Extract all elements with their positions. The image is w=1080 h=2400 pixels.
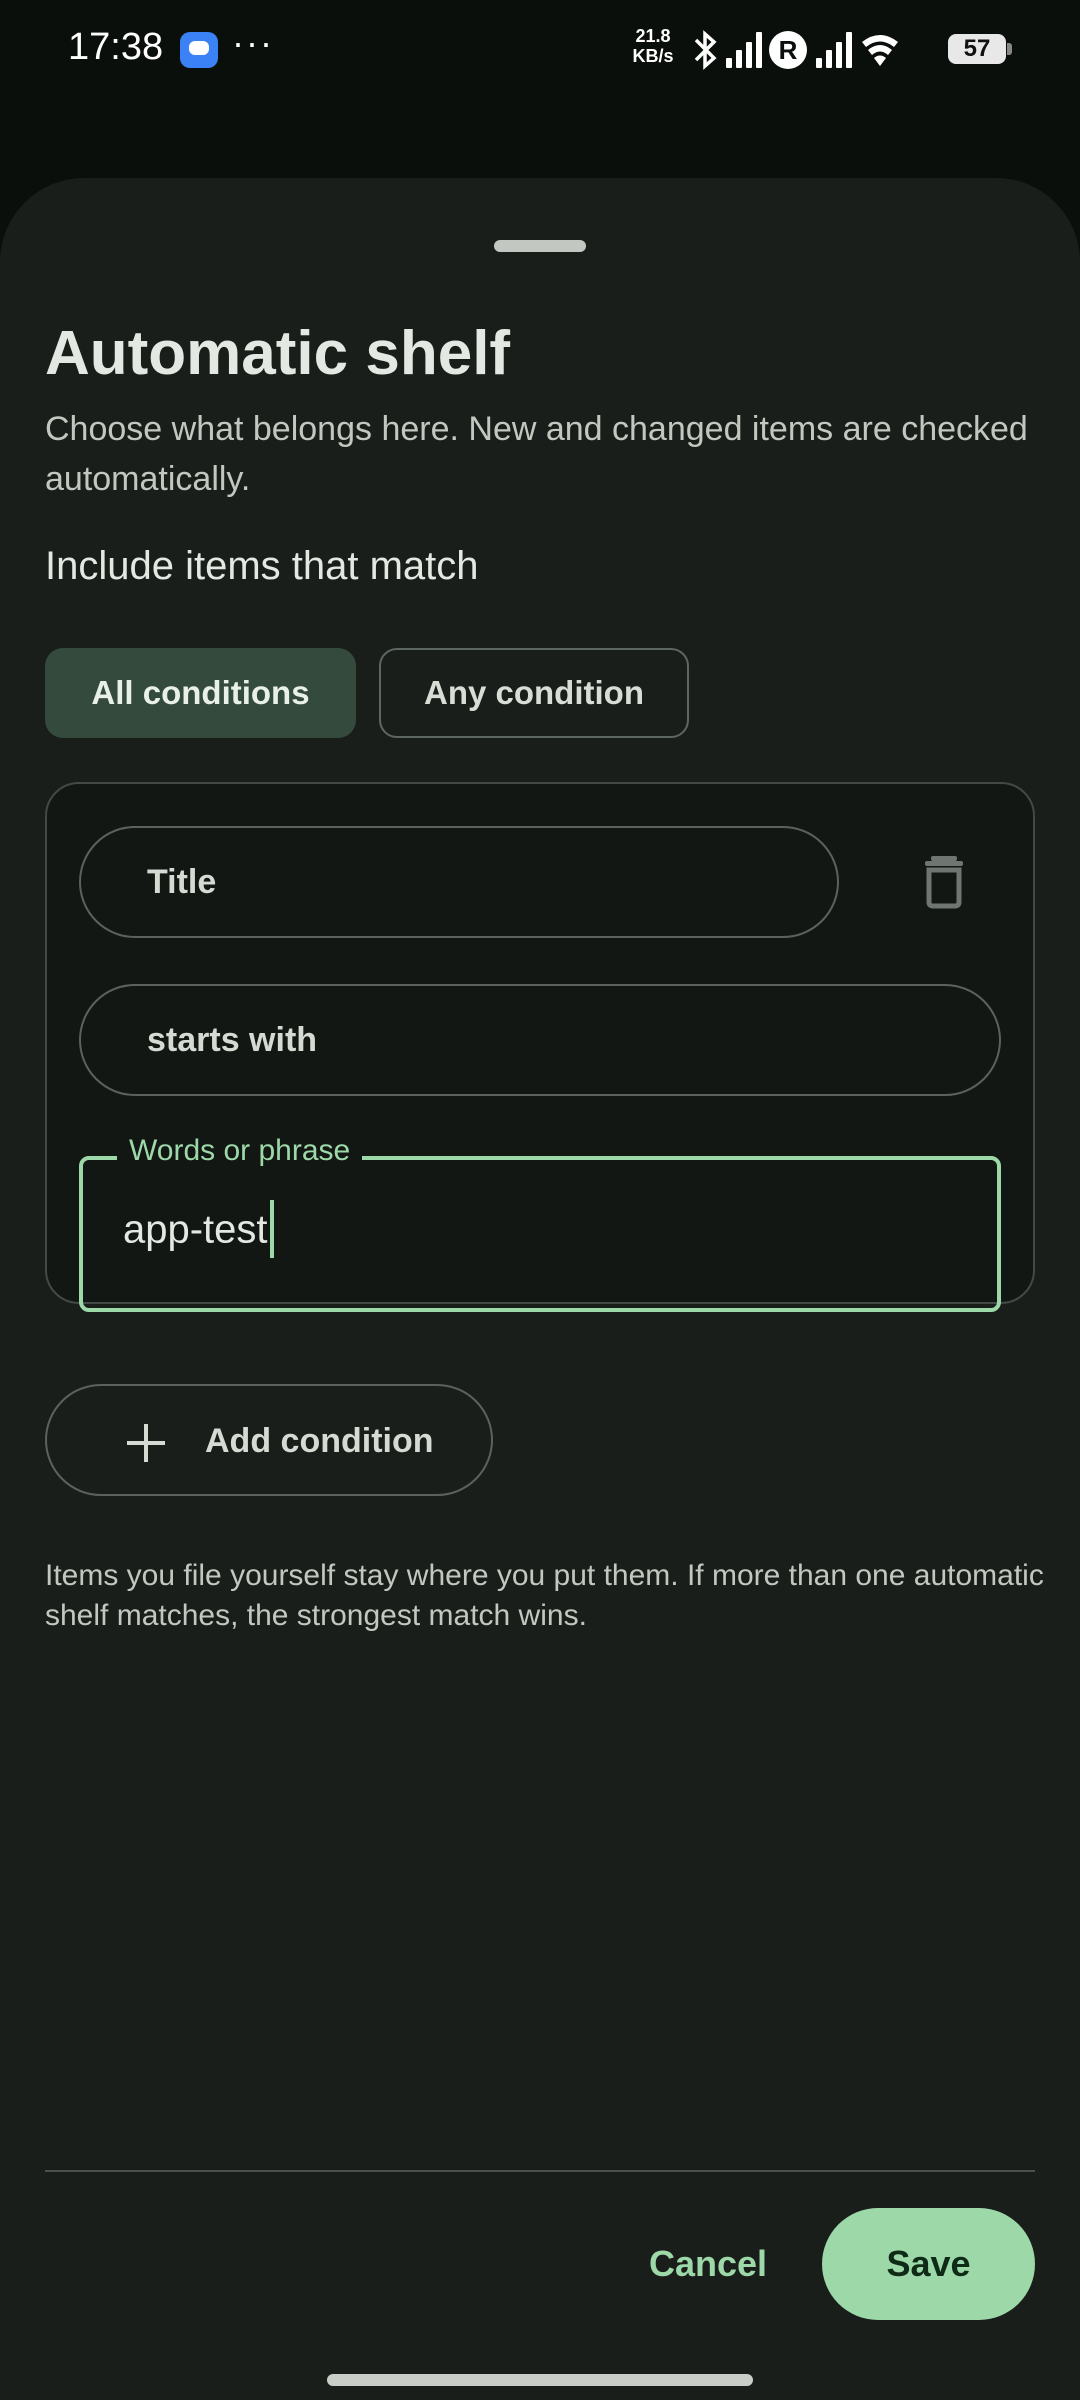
save-button[interactable]: Save (822, 2208, 1035, 2320)
phrase-input-text: app-test (123, 1207, 268, 1252)
sheet-description: Choose what belongs here. New and change… (45, 410, 1028, 498)
phrase-input-value[interactable]: app-test (123, 1200, 274, 1258)
drag-handle[interactable] (494, 240, 586, 252)
phrase-input[interactable]: Words or phrase app-test (79, 1134, 1001, 1312)
status-bar: 17:38 ··· 21.8 KB/s R 57 (0, 0, 1080, 100)
roaming-label: R (779, 35, 798, 65)
any-condition-button[interactable]: Any condition (379, 648, 689, 738)
message-icon (180, 32, 218, 68)
attribute-select[interactable]: Title (79, 826, 839, 938)
delete-condition-icon[interactable] (909, 846, 979, 916)
divider (45, 2170, 1035, 2172)
home-indicator[interactable] (327, 2374, 753, 2386)
bluetooth-icon (694, 30, 717, 70)
match-mode-label: Include items that match (45, 544, 479, 588)
bottom-sheet: Automatic shelf Choose what belongs here… (0, 178, 1080, 2400)
sheet-title: Automatic shelf (45, 319, 511, 388)
roaming-icon: R (769, 31, 807, 69)
plus-icon (127, 1424, 165, 1462)
network-speed-unit: KB/s (632, 46, 674, 66)
more-notifications-icon: ··· (232, 22, 274, 63)
attribute-select-value: Title (147, 862, 217, 901)
signal-icon (726, 32, 762, 68)
phrase-input-label: Words or phrase (117, 1134, 363, 1168)
add-condition-label: Add condition (205, 1422, 434, 1460)
network-speed-value: 21.8 (635, 26, 671, 46)
status-time: 17:38 (68, 26, 164, 68)
network-speed: 21.8 KB/s (628, 26, 678, 66)
operator-select-value: starts with (147, 1020, 318, 1059)
add-condition-button[interactable]: Add condition (45, 1384, 493, 1496)
cancel-button[interactable]: Cancel (628, 2208, 788, 2320)
condition-card: Title starts with Words or phrase app-te… (45, 782, 1035, 1312)
footnote-text: Items you file yourself stay where you p… (45, 1559, 1044, 1632)
text-caret (269, 1200, 274, 1258)
operator-select[interactable]: starts with (79, 984, 1001, 1096)
battery-icon: 57 (948, 34, 1012, 64)
status-icons: R (694, 30, 898, 70)
signal-icon (816, 32, 852, 68)
all-conditions-button[interactable]: All conditions (45, 648, 356, 738)
wifi-icon (862, 35, 898, 66)
